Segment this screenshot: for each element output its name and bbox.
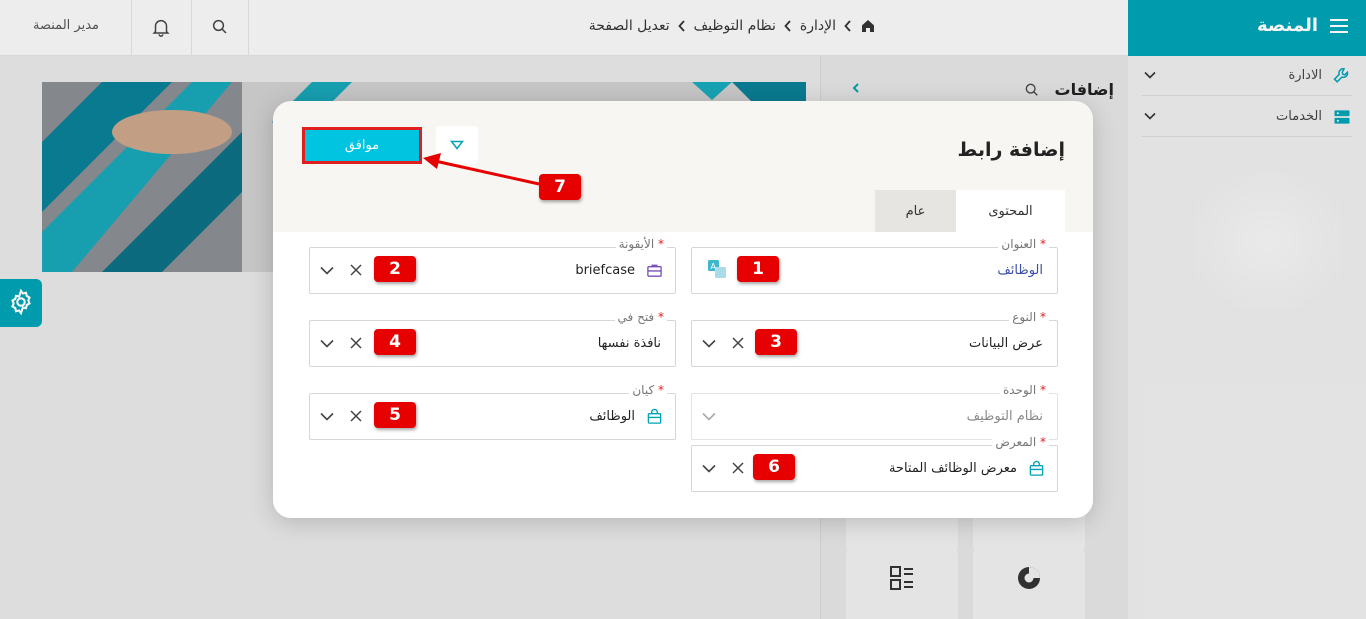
chevron-down-icon[interactable] <box>702 339 716 348</box>
shopping-bag-icon <box>647 408 662 424</box>
clear-icon[interactable] <box>350 264 362 276</box>
chevron-down-icon[interactable] <box>320 339 334 348</box>
unit-value: نظام التوظيف <box>966 409 1043 424</box>
triangle-down-icon <box>450 140 464 150</box>
field-label: العنوان * <box>998 237 1049 251</box>
tab-general[interactable]: عام <box>875 190 956 232</box>
annotation-badge-6: 6 <box>753 454 795 480</box>
clear-icon[interactable] <box>350 410 362 422</box>
svg-text:A: A <box>711 262 717 271</box>
icon-field[interactable]: الأيقونة * briefcase <box>309 237 676 294</box>
field-label: الأيقونة * <box>615 237 667 251</box>
field-label: المعرض * <box>992 435 1049 449</box>
open-in-value: نافذة نفسها <box>597 336 661 351</box>
gallery-value: معرض الوظائف المتاحة <box>888 461 1017 476</box>
type-value: عرض البيانات <box>969 336 1043 351</box>
field-label: كيان * <box>629 383 667 397</box>
clear-icon[interactable] <box>732 462 744 474</box>
chevron-down-icon <box>702 412 716 421</box>
field-label: الوحدة * <box>999 383 1049 397</box>
annotation-badge-3: 3 <box>755 329 797 355</box>
field-label: فتح في * <box>614 310 667 324</box>
dialog-tabs: المحتوى عام <box>875 190 1065 232</box>
chevron-down-icon[interactable] <box>320 266 334 275</box>
briefcase-icon <box>647 264 662 277</box>
annotation-badge-1: 1 <box>737 256 779 282</box>
annotation-badge-2: 2 <box>374 256 416 282</box>
chevron-down-icon[interactable] <box>702 464 716 473</box>
icon-value: briefcase <box>575 263 635 278</box>
annotation-badge-4: 4 <box>374 329 416 355</box>
options-dropdown-button[interactable] <box>436 126 478 164</box>
open-in-field[interactable]: فتح في * نافذة نفسها <box>309 310 676 367</box>
ok-button[interactable]: موافق <box>302 127 422 164</box>
clear-icon[interactable] <box>350 337 362 349</box>
annotation-badge-7: 7 <box>539 174 581 200</box>
type-field[interactable]: النوع * عرض البيانات <box>691 310 1058 367</box>
title-value: الوظائف <box>997 263 1043 278</box>
dialog-title: إضافة رابط <box>957 139 1065 161</box>
entity-field[interactable]: كيان * الوظائف <box>309 383 676 440</box>
clear-icon[interactable] <box>732 337 744 349</box>
gallery-field[interactable]: المعرض * معرض الوظائف المتاحة <box>691 435 1058 492</box>
chevron-down-icon[interactable] <box>320 412 334 421</box>
translate-icon[interactable]: A <box>707 259 727 279</box>
shopping-bag-icon <box>1029 460 1044 476</box>
unit-field: الوحدة * نظام التوظيف <box>691 383 1058 440</box>
entity-value: الوظائف <box>589 409 635 424</box>
tab-content[interactable]: المحتوى <box>956 190 1065 232</box>
add-link-dialog: إضافة رابط موافق المحتوى عام العنوان * ا… <box>273 101 1093 518</box>
annotation-badge-5: 5 <box>374 402 416 428</box>
field-label: النوع * <box>1009 310 1049 324</box>
